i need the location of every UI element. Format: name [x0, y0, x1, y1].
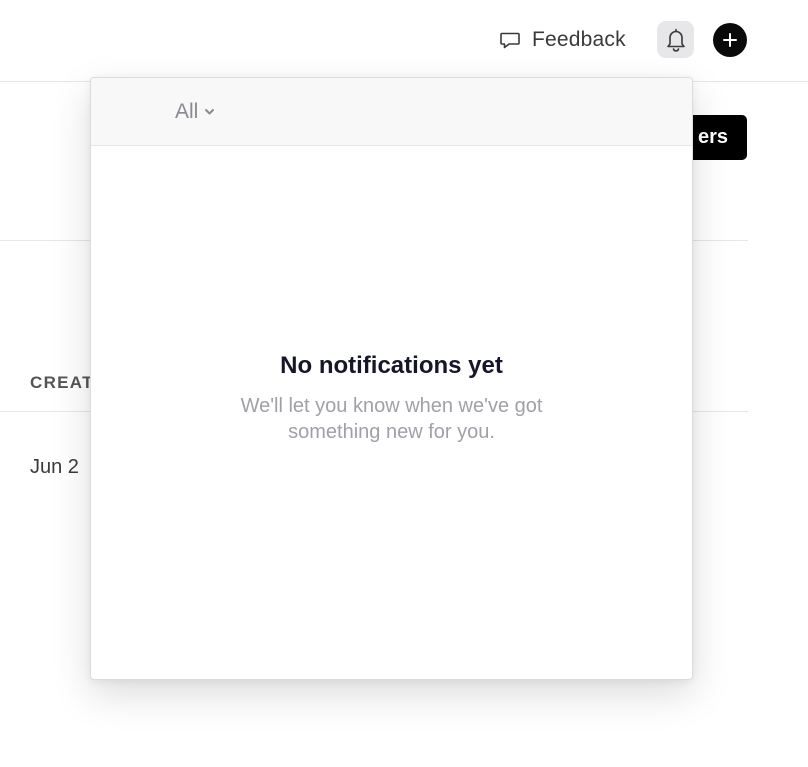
- notifications-header: All: [91, 78, 692, 146]
- feedback-button[interactable]: Feedback: [498, 25, 626, 55]
- filter-selected-label: All: [175, 100, 199, 123]
- bell-icon: [666, 28, 685, 52]
- empty-state-title: No notifications yet: [280, 352, 503, 379]
- add-button[interactable]: [713, 23, 747, 57]
- top-bar: Feedback: [0, 0, 808, 82]
- app-window: Feedback ers CREAT Jun 2 All No notifica…: [0, 0, 808, 767]
- column-header-created: CREAT: [30, 373, 94, 392]
- plus-icon: [723, 33, 737, 47]
- feedback-label: Feedback: [532, 28, 626, 51]
- table-cell-date: Jun 2: [30, 456, 79, 478]
- notifications-popover: All No notifications yet We'll let you k…: [90, 77, 693, 680]
- empty-state-message: We'll let you know when we've got someth…: [240, 395, 543, 443]
- speech-bubble-icon: [500, 32, 520, 49]
- notifications-bell-button[interactable]: [657, 21, 694, 58]
- chevron-down-icon: [205, 109, 215, 115]
- notification-filter-dropdown[interactable]: All: [175, 98, 215, 126]
